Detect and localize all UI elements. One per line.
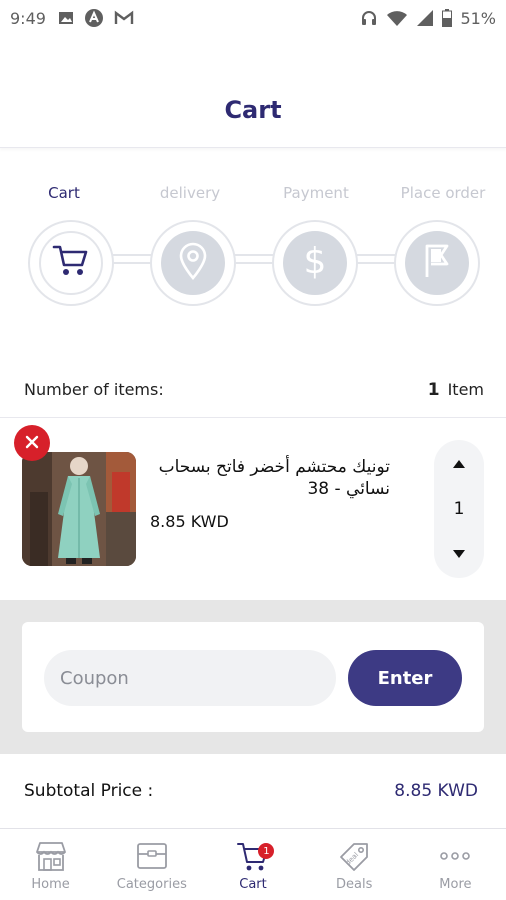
step-delivery[interactable] (150, 220, 236, 306)
subtotal-row: Subtotal Price : 8.85 KWD (0, 762, 506, 820)
nav-more-label: More (439, 877, 472, 892)
dollar-icon: $ (301, 241, 329, 285)
quantity-stepper: 1 (434, 440, 484, 578)
product-name[interactable]: تونيك محتشم أخضر فاتح بسحاب نسائي - 38 (150, 456, 390, 500)
quantity-decrease-button[interactable] (449, 544, 469, 564)
page-title: Cart (224, 95, 282, 124)
step-label-delivery: delivery (159, 184, 221, 202)
step-label-cart: Cart (48, 184, 80, 202)
bottom-nav: Home Categories 1 Cart deal Deals More (0, 828, 506, 900)
step-connector (108, 254, 156, 264)
quantity-value: 1 (453, 499, 465, 519)
flag-icon (422, 243, 452, 283)
coupon-input[interactable] (44, 650, 336, 706)
image-icon (58, 10, 74, 26)
subtotal-label: Subtotal Price : (24, 781, 154, 801)
items-count-value: 1 (427, 379, 440, 400)
items-count-unit: Item (447, 380, 484, 399)
location-pin-icon (178, 242, 208, 284)
battery-percent: 51% (460, 8, 496, 28)
wifi-icon (386, 9, 408, 27)
cart-icon (52, 243, 90, 283)
remove-item-button[interactable] (14, 425, 50, 461)
nav-categories[interactable]: Categories (101, 829, 202, 900)
svg-text:$: $ (304, 241, 327, 281)
items-count-row: Number of items: 1 Item (0, 362, 506, 418)
status-bar: 9:49 51% (0, 0, 506, 36)
product-price: 8.85 KWD (150, 512, 229, 531)
close-icon (25, 434, 39, 453)
step-label-place-order: Place order (400, 184, 486, 202)
gmail-icon (114, 10, 134, 26)
nav-deals-label: Deals (336, 877, 373, 892)
product-image[interactable] (22, 452, 136, 566)
signal-icon (416, 9, 434, 27)
nav-deals[interactable]: deal Deals (304, 829, 405, 900)
step-cart[interactable] (28, 220, 114, 306)
status-time: 9:49 (10, 8, 46, 28)
apply-coupon-button[interactable]: Enter (348, 650, 462, 706)
nav-more[interactable]: More (405, 829, 506, 900)
cart-badge: 1 (258, 843, 275, 859)
vpn-icon (84, 8, 104, 28)
step-label-payment: Payment (283, 184, 349, 202)
nav-cart-label: Cart (239, 877, 267, 892)
svg-text:deal: deal (344, 851, 360, 867)
items-count-label: Number of items: (24, 380, 164, 399)
nav-home[interactable]: Home (0, 829, 101, 900)
store-icon (34, 839, 68, 873)
step-place-order[interactable] (394, 220, 480, 306)
nav-home-label: Home (31, 877, 70, 892)
checkout-stepper: Cart delivery Payment Place order $ (0, 180, 506, 320)
nav-cart[interactable]: 1 Cart (202, 829, 303, 900)
quantity-increase-button[interactable] (449, 454, 469, 474)
box-icon (135, 839, 169, 873)
headphones-icon (360, 9, 378, 27)
battery-icon (442, 9, 453, 27)
step-payment[interactable]: $ (272, 220, 358, 306)
app-header: Cart (0, 36, 506, 148)
tag-icon: deal (337, 839, 371, 873)
subtotal-value: 8.85 KWD (394, 781, 478, 801)
nav-categories-label: Categories (116, 877, 187, 892)
more-dots-icon (437, 839, 473, 873)
